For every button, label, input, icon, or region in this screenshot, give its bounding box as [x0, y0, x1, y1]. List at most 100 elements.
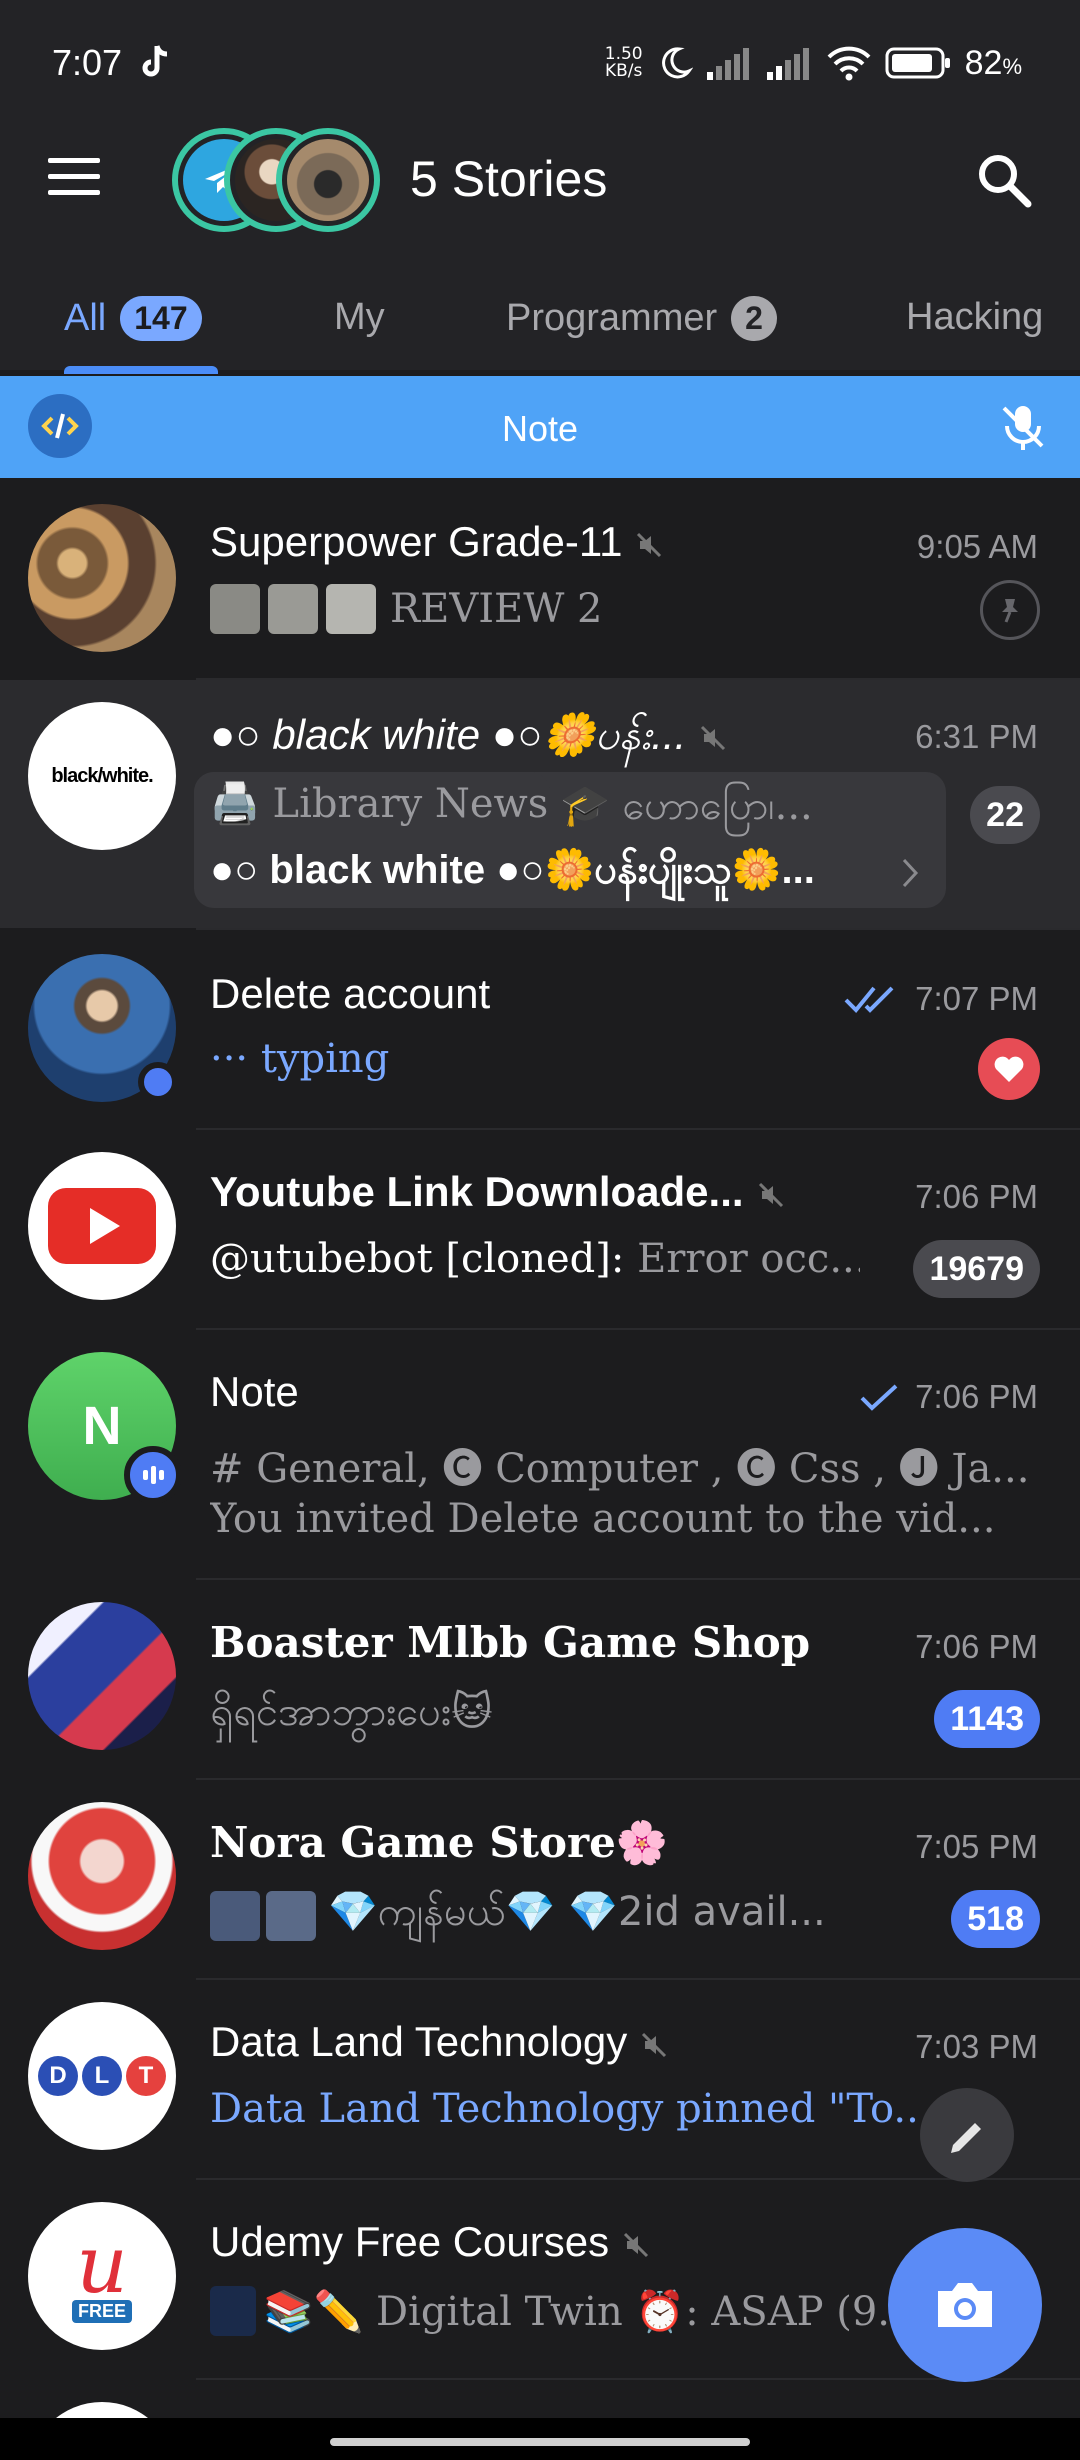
chat-name: Boaster Mlbb Game Shop	[210, 1618, 811, 1667]
story-person-2[interactable]	[276, 128, 380, 232]
media-thumb	[210, 2286, 256, 2336]
chat-row[interactable]: N Note 7:06 PM # General, 🅒 Computer , 🅒…	[0, 1330, 1080, 1578]
unread-badge: 518	[951, 1890, 1040, 1948]
avatar: D L T	[28, 2002, 176, 2150]
muted-icon	[642, 2032, 667, 2057]
unread-badge: 19679	[913, 1240, 1040, 1298]
dlt-logo-t: T	[126, 2056, 166, 2096]
chat-preview: @utubebot [cloned]: Error occ...	[210, 1236, 860, 1282]
topic-preview-1: 🖨️ Library News	[210, 781, 549, 827]
chat-time: 7:05 PM	[915, 1828, 1038, 1865]
udemy-logo-icon: u	[76, 2217, 128, 2311]
chat-name: Youtube Link Downloade...	[210, 1168, 850, 1216]
avatar	[28, 504, 176, 652]
chat-time: 7:03 PM	[915, 2028, 1038, 2065]
chat-name: Data Land Technology	[210, 2018, 667, 2066]
chat-preview: Data Land Technology pinned "To...	[210, 2086, 920, 2132]
chat-preview: REVIEW 2	[210, 584, 602, 634]
note-bar-title: Note	[501, 408, 579, 449]
topic-preview-3: ●○ black white ●○🌼ပန်းပျိုးသူ🌼...	[210, 848, 815, 892]
chat-row[interactable]: Superpower Grade-11 9:05 AM REVIEW 2	[0, 478, 1080, 678]
menu-icon	[48, 158, 100, 163]
chat-time: 7:06 PM	[915, 1628, 1038, 1665]
media-thumb	[266, 1890, 316, 1941]
tab-indicator	[64, 366, 218, 374]
tab-badge: 147	[120, 296, 202, 341]
chat-list: Superpower Grade-11 9:05 AM REVIEW 2 bla…	[0, 478, 1080, 2418]
tab-my[interactable]: My	[334, 296, 385, 339]
chat-preview-2: You invited Delete account to the vid...	[210, 1496, 996, 1542]
pin-icon	[980, 580, 1040, 640]
dlt-logo-d: D	[38, 2056, 78, 2096]
page-title[interactable]: 5 Stories	[410, 150, 607, 208]
voice-chat-indicator	[124, 1446, 182, 1504]
check-icon	[860, 1384, 898, 1411]
chat-time: 7:06 PM	[915, 1178, 1038, 1215]
tiktok-icon	[142, 45, 168, 77]
tab-hacking[interactable]: Hacking	[906, 296, 1043, 339]
tab-all[interactable]: All 147	[64, 296, 202, 341]
chat-preview: 💎ကျန်မယ်💎 💎2id avail...	[210, 1886, 870, 1945]
signal-icon	[706, 48, 749, 80]
chevron-right-icon	[902, 858, 919, 888]
media-thumb	[326, 584, 376, 634]
chat-preview: # General, 🅒 Computer , 🅒 Css , 🅙 Ja...	[210, 1446, 1030, 1492]
media-thumb	[210, 584, 260, 634]
battery-level: 82%	[964, 43, 1022, 82]
avatar: black/white.	[28, 702, 176, 850]
chat-time: 6:31 PM	[915, 718, 1038, 755]
chat-preview: 📚✏️ Digital Twin ⏰: ASAP (9.	[210, 2286, 890, 2336]
chat-preview: ရှိရင်အာဘွားပေး🐱	[210, 1689, 493, 1735]
mic-off-icon[interactable]	[996, 400, 1050, 454]
muted-icon	[701, 725, 726, 750]
unread-badge: 22	[970, 786, 1040, 844]
youtube-icon	[48, 1188, 156, 1264]
chat-time: 7:06 PM	[915, 1378, 1038, 1415]
stories-avatars[interactable]	[172, 128, 380, 232]
camera-icon	[938, 2283, 992, 2327]
dlt-logo-l: L	[82, 2056, 122, 2096]
avatar: u FREE	[28, 2202, 176, 2350]
menu-button[interactable]	[48, 158, 104, 202]
chat-name: Delete account	[210, 970, 491, 1017]
system-nav-bar	[0, 2418, 1080, 2460]
udemy-free-label: FREE	[71, 2299, 132, 2323]
media-thumb	[268, 584, 318, 634]
battery-icon	[885, 47, 950, 79]
double-check-icon	[844, 986, 894, 1013]
search-icon[interactable]	[974, 150, 1034, 210]
muted-icon	[758, 1182, 783, 1207]
tab-programmer[interactable]: Programmer 2	[506, 296, 777, 341]
chat-name: Udemy Free Courses	[210, 2218, 649, 2266]
online-indicator	[138, 1062, 178, 1102]
home-handle[interactable]	[330, 2438, 750, 2446]
muted-icon	[637, 532, 662, 557]
pencil-icon	[951, 2123, 981, 2153]
unread-badge: 1143	[934, 1690, 1040, 1748]
new-message-button[interactable]	[920, 2088, 1014, 2182]
chat-name: ●○ black white ●○🌼ပန်း...	[210, 708, 800, 770]
chat-name: Superpower Grade-11	[210, 518, 662, 566]
status-bar: 7:07 1.50 KB/s 82%	[0, 0, 1080, 130]
note-call-bar[interactable]: Note	[0, 376, 1080, 478]
chat-row[interactable]: Delete account 7:07 PM ··· typing	[0, 930, 1080, 1128]
media-thumb	[210, 1890, 260, 1941]
chat-row[interactable]: Boaster Mlbb Game Shop 7:06 PM ရှိရင်အာဘ…	[0, 1580, 1080, 1778]
chat-row[interactable]: Nora Game Store🌸 7:05 PM 💎ကျန်မယ်💎 💎2id …	[0, 1780, 1080, 1978]
avatar	[28, 1152, 176, 1300]
signal-icon-2	[766, 48, 809, 80]
chat-time: 7:07 PM	[915, 980, 1038, 1017]
chat-row[interactable]: D L T Data Land Technology 7:03 PM Data …	[0, 1980, 1080, 2178]
camera-story-button[interactable]	[888, 2228, 1042, 2382]
network-speed: 1.50 KB/s	[604, 44, 643, 81]
chat-name: Note	[210, 1368, 299, 1415]
wifi-icon	[827, 46, 871, 81]
chat-row[interactable]: black/white. ●○ black white ●○🌼ပန်း... 6…	[0, 680, 1080, 928]
avatar	[28, 2402, 176, 2418]
muted-icon	[624, 2232, 649, 2257]
chat-row[interactable]: Youtube Link Downloade... 7:06 PM @utube…	[0, 1130, 1080, 1328]
chat-name: Nora Game Store🌸	[210, 1818, 669, 1867]
folder-tabs: All 147 My Programmer 2 Hacking	[0, 280, 1080, 376]
heart-reaction-icon	[978, 1038, 1040, 1100]
tab-badge: 2	[731, 296, 777, 341]
